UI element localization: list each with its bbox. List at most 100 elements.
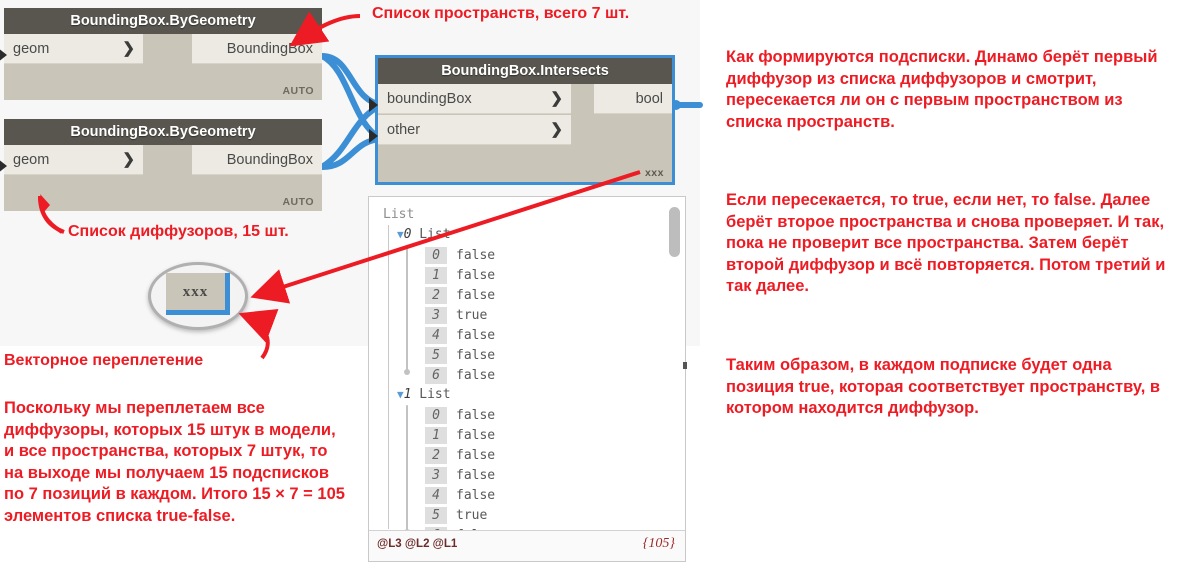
node-output-port-bool[interactable]: bool [594, 84, 672, 114]
list-item: 1 false [425, 267, 495, 284]
node-input-connector-nub [0, 159, 7, 173]
node-boundingbox-intersects[interactable]: BoundingBox.Intersects boundingBox ❯ oth… [375, 55, 675, 185]
list-item: 4 false [425, 487, 495, 504]
preview-scrollbar-thumb[interactable] [669, 207, 680, 257]
item-index: 4 [425, 487, 447, 504]
annotation-right-paragraph-2: Если пересекается, то true, если нет, то… [726, 191, 1166, 295]
sublist-index: 1 [403, 387, 412, 402]
item-value: false [456, 448, 496, 463]
item-index: 5 [425, 507, 447, 524]
lacing-icon-label: xxx [182, 284, 209, 300]
port-label: BoundingBox [226, 152, 313, 168]
port-label: BoundingBox [226, 41, 313, 57]
node-title: BoundingBox.ByGeometry [4, 8, 322, 34]
preview-footer-levels[interactable]: @L3 @L2 @L1 [377, 538, 457, 550]
list-item: 5 true [425, 507, 487, 524]
preview-sublist-header-0[interactable]: ▼0 List [397, 227, 451, 242]
chevron-right-icon: ❯ [550, 90, 563, 107]
preview-footer: @L3 @L2 @L1 {105} [369, 530, 685, 561]
list-item: 3 true [425, 307, 487, 324]
collapse-triangle-icon[interactable]: ▼ [397, 228, 404, 241]
preview-footer-count: {105} [642, 536, 675, 551]
list-item: 2 false [425, 447, 495, 464]
lacing-magnifier: xxx [148, 262, 248, 330]
item-value: false [456, 468, 496, 483]
item-value: false [456, 348, 496, 363]
preview-tree-rule [388, 225, 389, 400]
port-label: other [387, 122, 421, 138]
sublist-label: List [419, 387, 451, 402]
preview-tree-rule [388, 393, 389, 529]
preview-sublist-header-1[interactable]: ▼1 List [397, 387, 451, 402]
preview-sublist-rule [404, 245, 410, 375]
annotation-spaces-label: Список пространств, всего 7 шт. [372, 5, 630, 22]
item-value: false [456, 408, 496, 423]
item-value: false [456, 268, 496, 283]
item-index: 2 [425, 447, 447, 464]
item-index: 6 [425, 367, 447, 384]
node-input-port-boundingbox[interactable]: boundingBox ❯ [378, 84, 571, 114]
item-index: 1 [425, 267, 447, 284]
chevron-right-icon: ❯ [122, 40, 135, 57]
item-index: 3 [425, 467, 447, 484]
item-index: 5 [425, 347, 447, 364]
node-boundingbox-bygeometry-1[interactable]: BoundingBox.ByGeometry geom ❯ BoundingBo… [4, 8, 322, 100]
node-input-port-other[interactable]: other ❯ [378, 115, 571, 145]
list-item: 6 false [425, 367, 495, 384]
item-index: 0 [425, 407, 447, 424]
item-value: false [456, 248, 496, 263]
node-output-port-boundingbox[interactable]: BoundingBox [192, 145, 322, 175]
node-input-port-geom[interactable]: geom ❯ [4, 34, 143, 64]
preview-root-label: List [383, 207, 415, 222]
item-value: false [456, 428, 496, 443]
node-input-connector-nub [369, 129, 378, 143]
node-lacing-badge-xxx[interactable]: xxx [645, 167, 664, 179]
annotation-right-paragraph-3: Таким образом, в каждом подписке будет о… [726, 356, 1161, 417]
item-index: 4 [425, 327, 447, 344]
list-preview-content: List ▼0 List 0 false 1 false 2 false 3 true … [369, 197, 685, 531]
preview-sublist-rule [404, 405, 410, 531]
item-value: false [456, 488, 496, 503]
item-index: 1 [425, 427, 447, 444]
port-label: bool [635, 91, 663, 107]
port-label: geom [13, 152, 50, 168]
node-input-connector-nub [369, 98, 378, 112]
node-title: BoundingBox.ByGeometry [4, 119, 322, 145]
item-value: false [456, 288, 496, 303]
node-lacing-label: AUTO [282, 196, 314, 208]
annotation-right-paragraph-1: Как формируются подсписки. Динамо берёт … [726, 48, 1158, 131]
item-value: true [456, 508, 488, 523]
annotation-left-paragraph: Поскольку мы переплетаем все диффузоры, … [4, 399, 345, 525]
node-boundingbox-bygeometry-2[interactable]: BoundingBox.ByGeometry geom ❯ BoundingBo… [4, 119, 322, 211]
list-item: 3 false [425, 467, 495, 484]
lacing-icon-cross-product[interactable]: xxx [166, 273, 230, 315]
list-item: 0 false [425, 407, 495, 424]
node-output-port-boundingbox[interactable]: BoundingBox [192, 34, 322, 64]
list-item: 2 false [425, 287, 495, 304]
node-lacing-label: AUTO [282, 85, 314, 97]
list-preview-panel[interactable]: List ▼0 List 0 false 1 false 2 false 3 true … [368, 196, 687, 562]
collapse-triangle-icon[interactable]: ▼ [397, 388, 404, 401]
item-value: false [456, 368, 496, 383]
annotation-lacing-caption: Векторное переплетение [4, 352, 204, 369]
node-title: BoundingBox.Intersects [378, 58, 672, 84]
list-item: 4 false [425, 327, 495, 344]
list-item: 5 false [425, 347, 495, 364]
annotation-diffusers-label: Список диффузоров, 15 шт. [68, 223, 289, 240]
list-item: 0 false [425, 247, 495, 264]
chevron-right-icon: ❯ [550, 121, 563, 138]
sublist-label: List [419, 227, 451, 242]
item-index: 2 [425, 287, 447, 304]
list-item: 1 false [425, 427, 495, 444]
item-index: 3 [425, 307, 447, 324]
item-value: true [456, 308, 488, 323]
item-index: 0 [425, 247, 447, 264]
sublist-index: 0 [403, 227, 412, 242]
port-label: boundingBox [387, 91, 472, 107]
port-label: geom [13, 41, 50, 57]
chevron-right-icon: ❯ [122, 151, 135, 168]
preview-resize-handle[interactable] [683, 362, 687, 369]
item-value: false [456, 328, 496, 343]
node-input-port-geom[interactable]: geom ❯ [4, 145, 143, 175]
preview-scrollbar[interactable] [669, 201, 682, 527]
